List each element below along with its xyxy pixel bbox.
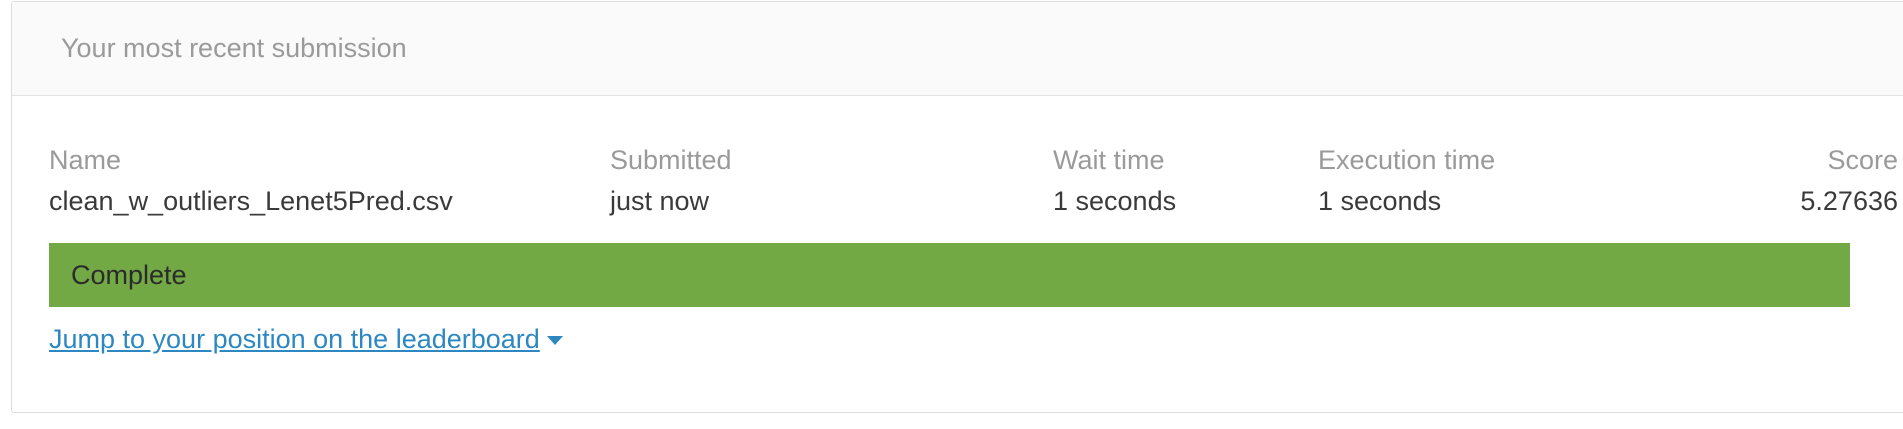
submission-details: Name clean_w_outliers_Lenet5Pred.csv Sub… — [49, 143, 1903, 223]
status-label: Complete — [71, 259, 187, 290]
score-header: Score — [1827, 145, 1898, 175]
caret-down-icon — [546, 336, 563, 345]
execution-time-column: Execution time 1 seconds — [1318, 143, 1495, 218]
execution-time-value: 1 seconds — [1318, 186, 1442, 216]
score-column: Score 5.27636 — [1698, 143, 1898, 218]
wait-time-value: 1 seconds — [1053, 186, 1177, 216]
jump-to-leaderboard-link[interactable]: Jump to your position on the leaderboard — [49, 324, 563, 355]
submitted-value: just now — [610, 186, 710, 216]
wait-time-column: Wait time 1 seconds — [1053, 143, 1176, 218]
jump-to-leaderboard-label: Jump to your position on the leaderboard — [49, 324, 540, 354]
wait-time-header: Wait time — [1053, 145, 1165, 175]
submitted-column: Submitted just now — [610, 143, 732, 218]
submission-file-name: clean_w_outliers_Lenet5Pred.csv — [49, 186, 453, 216]
status-bar: Complete — [49, 243, 1850, 307]
panel-title: Your most recent submission — [61, 32, 407, 63]
panel-header: Your most recent submission — [12, 2, 1903, 96]
submitted-header: Submitted — [610, 145, 732, 175]
execution-time-header: Execution time — [1318, 145, 1496, 175]
score-value: 5.27636 — [1800, 186, 1898, 216]
name-column: Name clean_w_outliers_Lenet5Pred.csv — [49, 143, 453, 218]
name-header: Name — [49, 145, 122, 175]
